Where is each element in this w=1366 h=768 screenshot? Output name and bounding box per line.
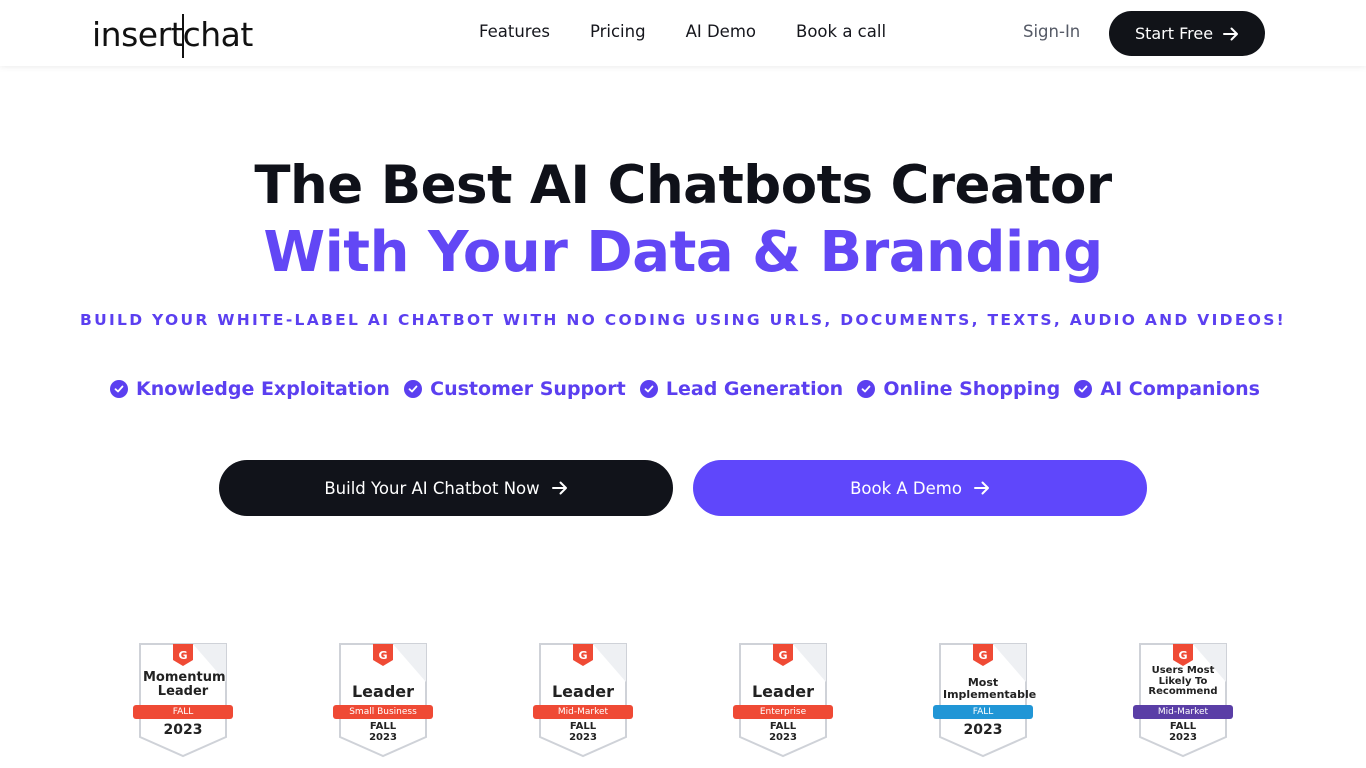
badge-year: 2023 [163,722,203,738]
sign-in-link[interactable]: Sign-In [1023,22,1080,41]
logo-text-right: hat [200,14,253,54]
badge-title: Most Implementable [943,676,1037,701]
feature-item: Lead Generation [639,378,844,400]
g2-logo-icon: G [1173,644,1193,666]
hero-title-line1: The Best AI Chatbots Creator [254,155,1112,216]
badge-year: 2023 [769,732,797,743]
badge-ribbon: Mid-Market [533,705,633,719]
nav-features[interactable]: Features [479,22,550,41]
check-circle-icon [1074,380,1093,398]
svg-text:G: G [378,649,387,662]
badge-season: FALL [1169,721,1197,732]
check-circle-icon [404,380,423,398]
g2-badge: G Leader Enterprise FALL 2023 [733,642,833,758]
start-free-label: Start Free [1134,24,1214,43]
badge-season: FALL [569,721,597,732]
logo[interactable]: insert c hat [92,12,253,58]
badge-ribbon: Enterprise [733,705,833,719]
badge-season: FALL [769,721,797,732]
g2-badge: G Momentum Leader FALL 2023 [133,642,233,758]
svg-text:G: G [1178,649,1187,662]
check-circle-icon [110,380,128,398]
g2-badge: G Leader Mid-Market FALL 2023 [533,642,633,758]
badge-title: Users Most Likely To Recommend [1148,665,1218,697]
feature-label: Knowledge Exploitation [136,378,390,400]
badge-year: 2023 [369,732,397,743]
feature-item: AI Companions [1074,378,1260,400]
feature-item: Online Shopping [857,378,1060,400]
svg-text:G: G [978,649,987,662]
badge-year: 2023 [569,732,597,743]
arrow-right-icon [1223,27,1239,40]
logo-c: c [182,14,201,54]
hero-subtitle: BUILD YOUR WHITE-LABEL AI CHATBOT WITH N… [79,311,1287,329]
g2-logo-icon: G [973,644,993,666]
logo-cursor [182,14,184,58]
feature-label: AI Companions [1100,378,1260,400]
main-nav: Features Pricing AI Demo Book a call [479,22,886,41]
badge-title: Leader [751,682,815,701]
nav-book-a-call[interactable]: Book a call [796,22,886,41]
arrow-right-icon [551,481,567,495]
badge-ribbon: FALL [933,705,1033,719]
nav-ai-demo[interactable]: AI Demo [686,22,756,41]
badge-ribbon: FALL [133,705,233,719]
arrow-right-icon [973,481,989,495]
svg-text:G: G [778,649,787,662]
g2-logo-icon: G [573,644,593,666]
book-demo-button[interactable]: Book A Demo [693,460,1147,516]
feature-label: Customer Support [430,378,626,400]
feature-item: Knowledge Exploitation [110,378,390,400]
svg-text:G: G [178,649,187,662]
g2-badge: G Leader Small Business FALL 2023 [333,642,433,758]
badge-ribbon: Mid-Market [1133,705,1233,719]
logo-text-left: insert [92,14,184,54]
badge-title: Leader [551,682,615,701]
feature-list: Knowledge Exploitation Customer Support … [110,378,1260,400]
badge-season: FALL [369,721,397,732]
g2-badge: G Most Implementable FALL 2023 [933,642,1037,758]
feature-label: Online Shopping [883,378,1061,400]
badge-title: Leader [351,682,415,701]
badge-year: 2023 [963,722,1003,738]
build-chatbot-label: Build Your AI Chatbot Now [324,478,540,498]
g2-logo-icon: G [173,644,193,666]
g2-badge: G Users Most Likely To Recommend Mid-Mar… [1133,642,1233,758]
g2-badges: G Momentum Leader FALL 2023 G Leader Sma… [133,642,1233,758]
feature-item: Customer Support [404,378,626,400]
badge-year: 2023 [1169,732,1197,743]
badge-ribbon: Small Business [333,705,433,719]
build-chatbot-button[interactable]: Build Your AI Chatbot Now [219,460,673,516]
svg-text:G: G [578,649,587,662]
check-circle-icon [639,380,658,398]
nav-pricing[interactable]: Pricing [590,22,646,41]
g2-logo-icon: G [773,644,793,666]
feature-label: Lead Generation [665,378,844,400]
book-demo-label: Book A Demo [850,478,962,498]
g2-logo-icon: G [373,644,393,666]
badge-title: Momentum Leader [143,670,226,699]
hero-title-line2: With Your Data & Branding [263,220,1103,285]
check-circle-icon [857,380,876,398]
start-free-button[interactable]: Start Free [1109,11,1265,56]
site-header: insert c hat Features Pricing AI Demo Book… [0,0,1366,66]
